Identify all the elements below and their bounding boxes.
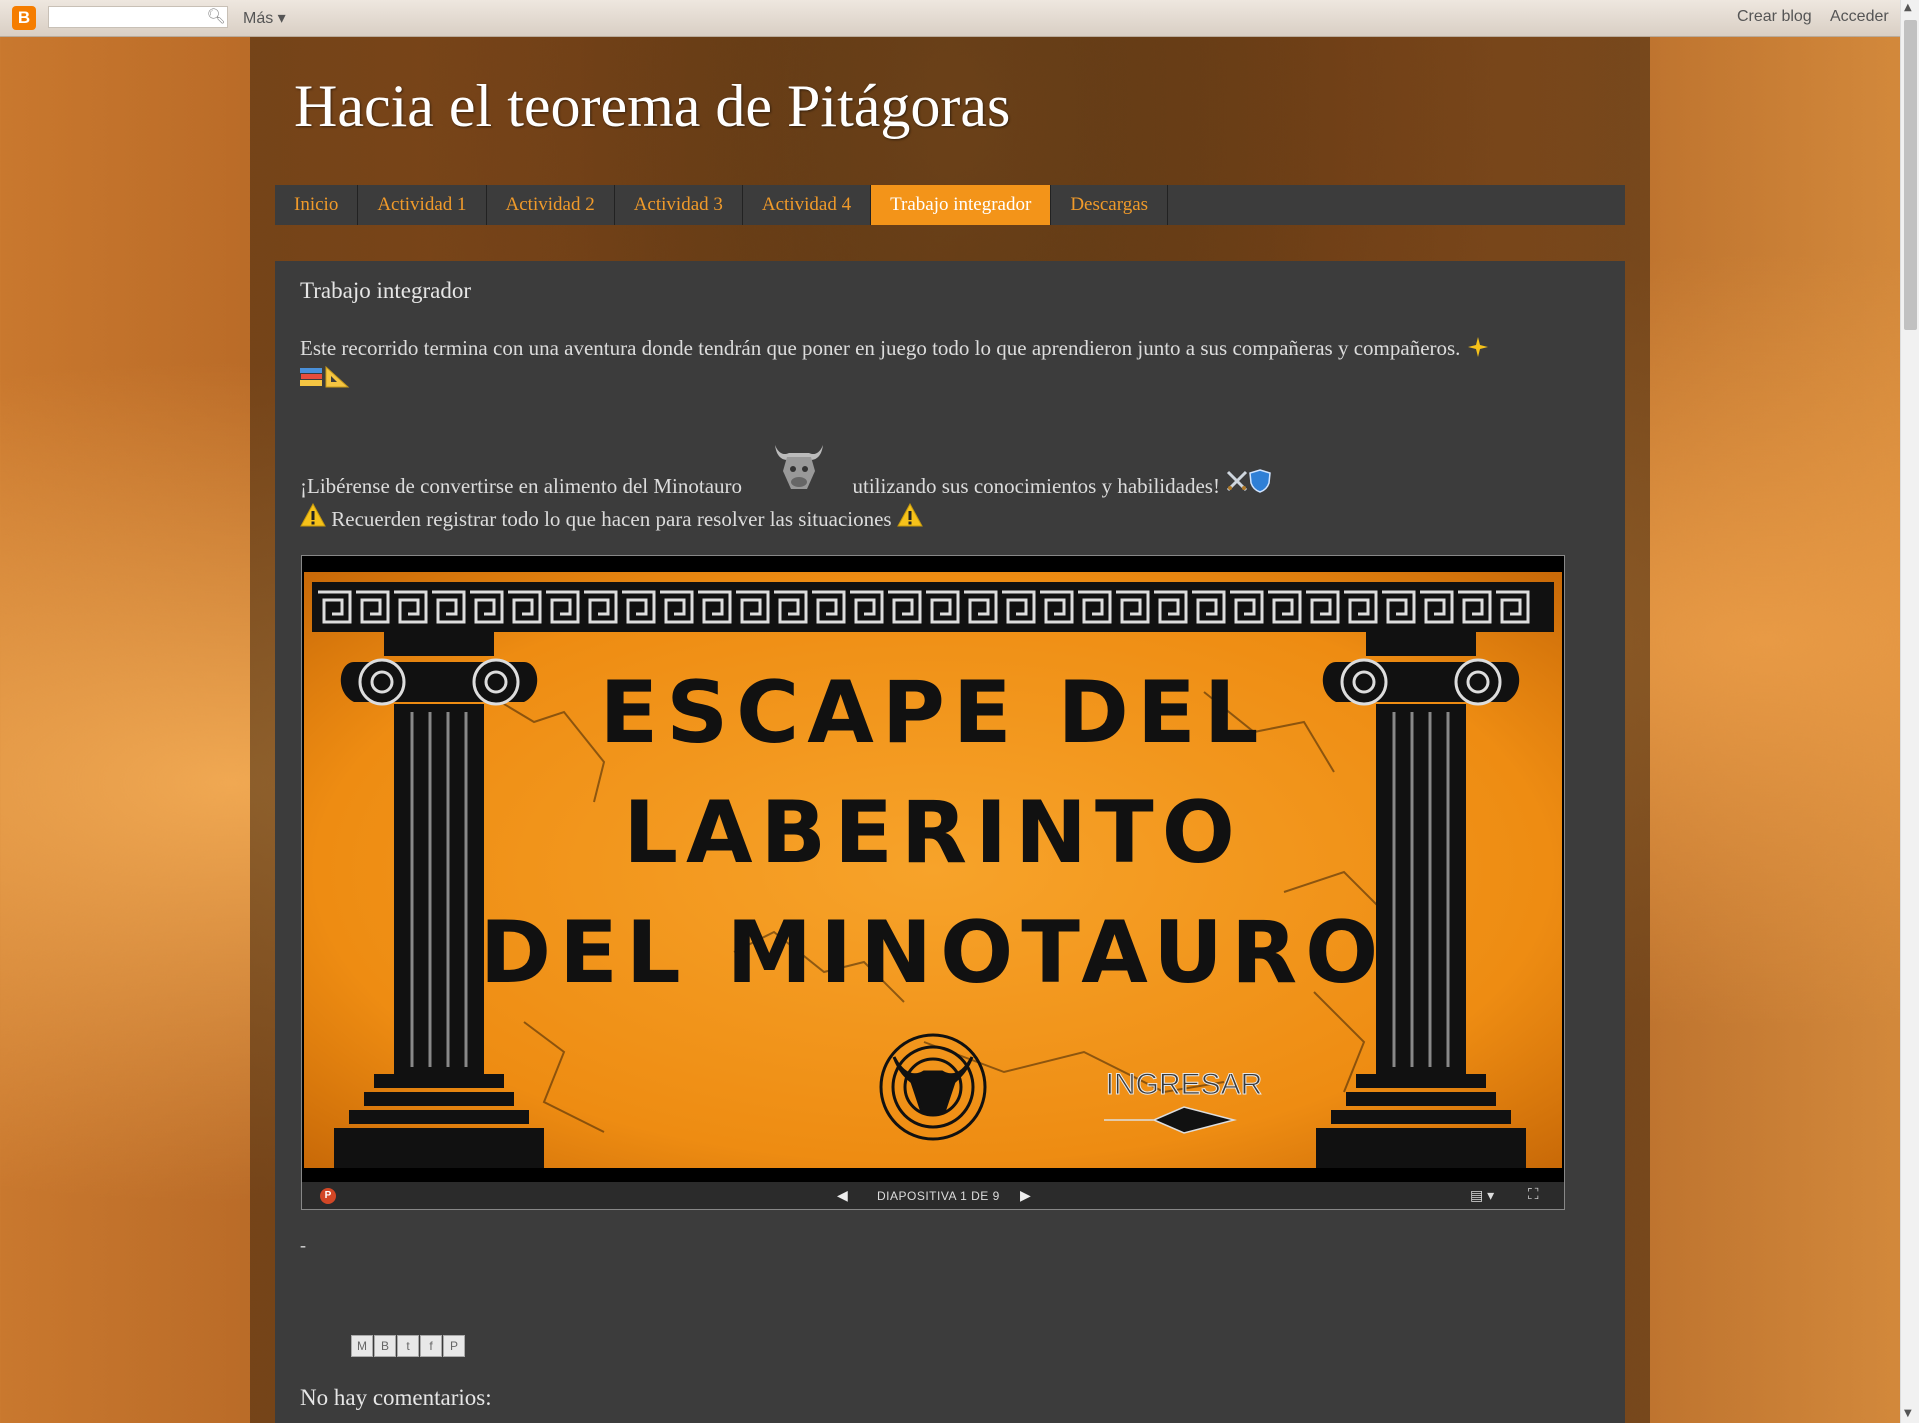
tab-actividad-4[interactable]: Actividad 4	[743, 185, 872, 225]
scrollbar-thumb[interactable]	[1904, 20, 1917, 330]
powerpoint-icon[interactable]: P	[320, 1188, 336, 1204]
tab-actividad-3[interactable]: Actividad 3	[615, 185, 743, 225]
warning-icon	[897, 502, 923, 533]
search-input[interactable]	[48, 6, 228, 28]
scroll-down-icon[interactable]: ▼	[1904, 1408, 1912, 1419]
post-paragraph-reminder: Recuerden registrar todo lo que hacen pa…	[300, 502, 923, 536]
blogger-logo-icon[interactable]: B	[12, 6, 36, 30]
shield-icon	[1249, 469, 1272, 499]
tab-actividad-1[interactable]: Actividad 1	[358, 185, 487, 225]
tab-descargas[interactable]: Descargas	[1051, 185, 1169, 225]
crossed-swords-icon	[1225, 469, 1249, 499]
minotaur-text-after: utilizando sus conocimientos y habilidad…	[852, 473, 1220, 498]
sign-in-link[interactable]: Acceder	[1830, 8, 1889, 26]
scroll-up-icon[interactable]: ▲	[1904, 2, 1912, 13]
share-buttons: M B t f P	[351, 1335, 465, 1357]
slide-image[interactable]: ESCAPE DEL LABERINTO DEL MINOTAURO INGRE…	[304, 572, 1562, 1168]
share-facebook-button[interactable]: f	[420, 1335, 442, 1357]
create-blog-link[interactable]: Crear blog	[1737, 8, 1812, 26]
page-tabs: Inicio Actividad 1 Actividad 2 Actividad…	[275, 185, 1625, 225]
fullscreen-icon[interactable]: ⛶	[1528, 1186, 1539, 1203]
tab-inicio[interactable]: Inicio	[275, 185, 359, 225]
slide-title-line-3: DEL MINOTAURO	[480, 903, 1387, 1003]
slide-title-line-1: ESCAPE DEL	[599, 663, 1266, 763]
sparkles-icon	[1466, 335, 1490, 365]
share-blogger-button[interactable]: B	[374, 1335, 396, 1357]
page-scrollbar[interactable]: ▲ ▼	[1900, 0, 1919, 1423]
blog-title[interactable]: Hacia el teorema de Pitágoras	[294, 72, 1010, 141]
ingresar-button-label: INGRESAR	[1106, 1068, 1263, 1101]
more-menu[interactable]: Más ▾	[243, 8, 286, 28]
previous-slide-icon[interactable]: ◀	[837, 1187, 848, 1204]
post-paragraph-intro: Este recorrido termina con una aventura …	[300, 335, 1490, 395]
share-email-button[interactable]: M	[351, 1335, 373, 1357]
comments-heading: No hay comentarios:	[300, 1385, 492, 1410]
minotaur-head-icon	[769, 437, 829, 503]
next-slide-icon[interactable]: ▶	[1020, 1187, 1031, 1204]
slideshow-controls: P ◀ DIAPOSITIVA 1 DE 9 ▶ ▤ ▾ ⛶	[302, 1182, 1564, 1209]
share-pinterest-button[interactable]: P	[443, 1335, 465, 1357]
post-dash: -	[300, 1235, 306, 1255]
reminder-text: Recuerden registrar todo lo que hacen pa…	[331, 506, 892, 531]
slide-counter: DIAPOSITIVA 1 DE 9	[877, 1189, 1000, 1203]
tab-actividad-2[interactable]: Actividad 2	[487, 185, 615, 225]
post-title: Trabajo integrador	[300, 278, 471, 303]
tab-trabajo-integrador[interactable]: Trabajo integrador	[871, 185, 1052, 225]
intro-text: Este recorrido termina con una aventura …	[300, 335, 1461, 360]
books-icon	[300, 366, 324, 394]
notes-menu-icon[interactable]: ▤ ▾	[1470, 1187, 1494, 1204]
warning-icon	[300, 502, 326, 533]
triangular-ruler-icon	[324, 365, 350, 395]
share-twitter-button[interactable]: t	[397, 1335, 419, 1357]
embedded-slideshow[interactable]: ESCAPE DEL LABERINTO DEL MINOTAURO INGRE…	[301, 555, 1565, 1210]
slide-title-line-2: LABERINTO	[623, 783, 1243, 883]
blogger-navbar: B 🔍︎ Más ▾ Crear blog Acceder	[0, 0, 1900, 37]
search-icon[interactable]: 🔍︎	[206, 7, 226, 27]
minotaur-text-before: ¡Libérense de convertirse en alimento de…	[300, 473, 743, 498]
